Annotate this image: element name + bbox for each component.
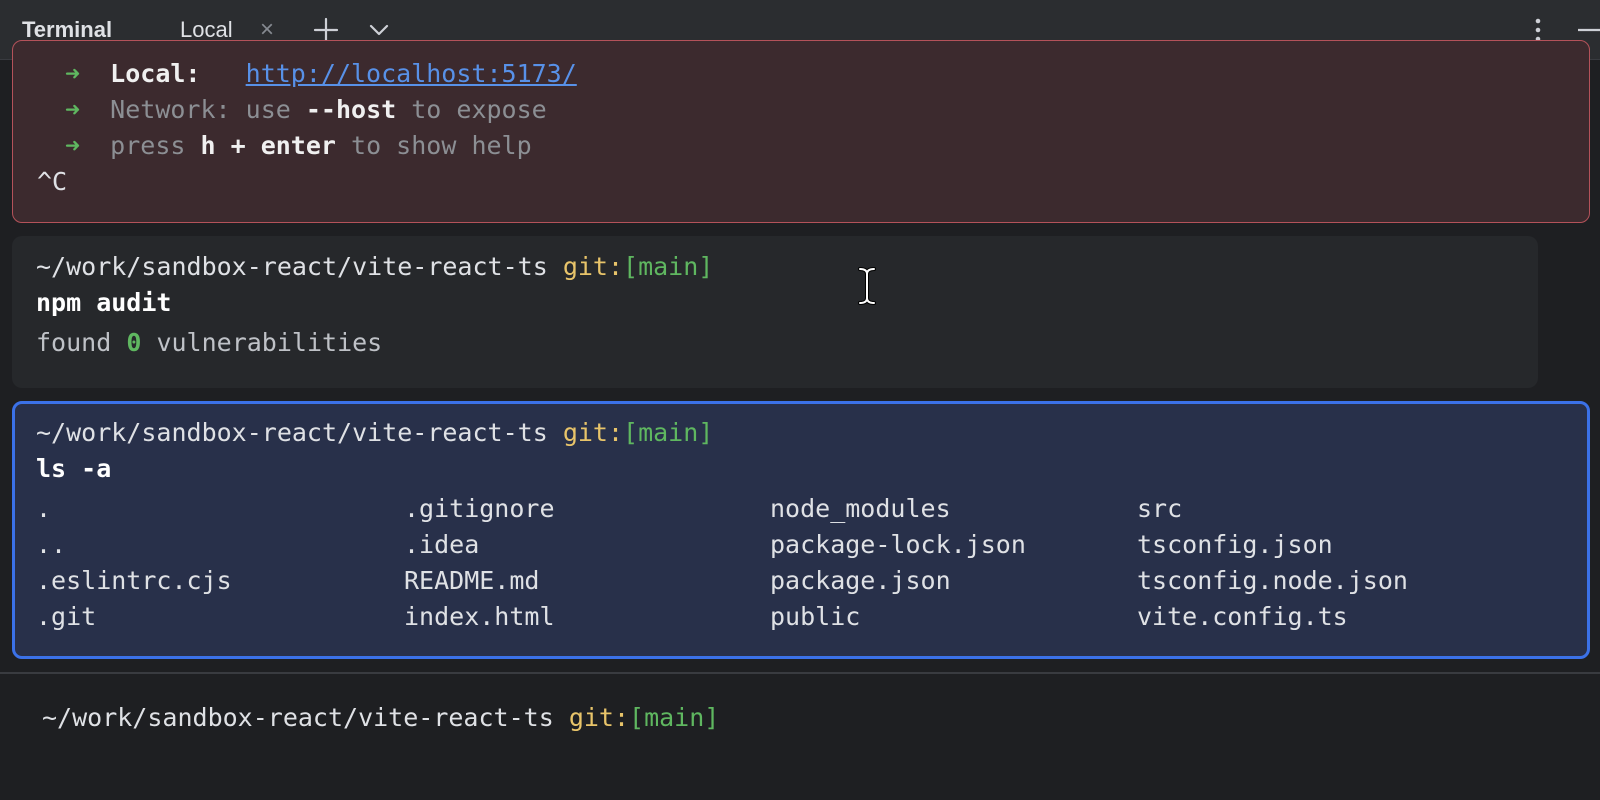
interrupt-signal: ^C bbox=[37, 167, 68, 196]
prompt-path: ~/work/sandbox-react/vite-react-ts bbox=[42, 703, 554, 732]
arrow-right-icon: ➜ bbox=[65, 59, 81, 88]
vite-local-line: ➜ Local: http://localhost:5173/ bbox=[65, 59, 577, 88]
audit-result: found 0 vulnerabilities bbox=[36, 328, 383, 357]
vite-help-line: ➜ press h + enter to show help bbox=[65, 131, 532, 160]
active-prompt[interactable]: ~/work/sandbox-react/vite-react-ts git:[… bbox=[42, 703, 719, 733]
localhost-link[interactable]: http://localhost:5173/ bbox=[246, 59, 577, 88]
git-label: git: bbox=[568, 703, 630, 732]
prompt-line: ~/work/sandbox-react/vite-react-ts git:[… bbox=[36, 418, 713, 448]
git-branch: [main] bbox=[629, 703, 720, 732]
text-cursor-icon bbox=[858, 267, 876, 305]
arrow-right-icon: ➜ bbox=[65, 131, 81, 160]
file-entry: .gitignore bbox=[404, 494, 555, 523]
file-entry: package-lock.json bbox=[770, 530, 1026, 559]
git-branch: [main] bbox=[623, 418, 714, 447]
command-block-npm-audit[interactable]: ~/work/sandbox-react/vite-react-ts git:[… bbox=[12, 236, 1538, 388]
git-label: git: bbox=[562, 252, 624, 281]
git-branch: [main] bbox=[623, 252, 714, 281]
file-entry: README.md bbox=[404, 566, 540, 595]
arrow-right-icon: ➜ bbox=[65, 95, 81, 124]
file-entry: . bbox=[36, 494, 52, 523]
file-entry: .. bbox=[36, 530, 67, 559]
file-entry: vite.config.ts bbox=[1137, 602, 1348, 631]
command-block-ls[interactable]: ~/work/sandbox-react/vite-react-ts git:[… bbox=[12, 401, 1590, 659]
prompt-separator bbox=[0, 672, 1600, 674]
vite-network-line: ➜ Network: use --host to expose bbox=[65, 95, 547, 124]
file-entry: tsconfig.json bbox=[1137, 530, 1333, 559]
file-entry: .git bbox=[36, 602, 97, 631]
prompt-line: ~/work/sandbox-react/vite-react-ts git:[… bbox=[36, 252, 713, 282]
git-label: git: bbox=[562, 418, 624, 447]
file-entry: .eslintrc.cjs bbox=[36, 566, 232, 595]
file-entry: package.json bbox=[770, 566, 951, 595]
file-entry: src bbox=[1137, 494, 1183, 523]
command-text: ls -a bbox=[36, 454, 112, 483]
file-entry: tsconfig.node.json bbox=[1137, 566, 1408, 595]
prompt-path: ~/work/sandbox-react/vite-react-ts bbox=[36, 252, 548, 281]
command-block-vite-output[interactable]: ➜ Local: http://localhost:5173/ ➜ Networ… bbox=[12, 40, 1590, 223]
prompt-path: ~/work/sandbox-react/vite-react-ts bbox=[36, 418, 548, 447]
file-entry: .idea bbox=[404, 530, 480, 559]
command-text: npm audit bbox=[36, 288, 172, 317]
file-entry: node_modules bbox=[770, 494, 951, 523]
file-entry: public bbox=[770, 602, 861, 631]
file-entry: index.html bbox=[404, 602, 555, 631]
